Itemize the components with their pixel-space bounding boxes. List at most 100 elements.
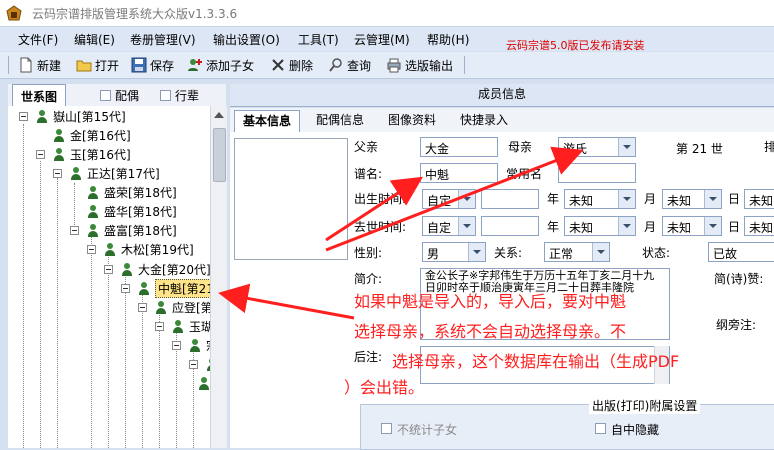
tree-node-label: 嶽山[第15代] [53, 110, 126, 124]
no-count-checkbox[interactable] [381, 423, 392, 434]
common-name-field[interactable] [558, 163, 636, 183]
tree-scrollbar[interactable] [210, 106, 227, 448]
menu-edit[interactable]: 编辑(E) [74, 31, 115, 48]
tab-spouse-info[interactable]: 配偶信息 [308, 110, 372, 131]
tree-node-label: 应登[第 [172, 301, 213, 315]
collapse-icon[interactable] [87, 245, 96, 254]
chevron-down-icon[interactable] [458, 217, 475, 235]
tree-node[interactable]: 盛荣[第18代] [87, 184, 177, 201]
death-year-label: 年 [547, 220, 560, 234]
tab-quick-entry[interactable]: 快捷录入 [452, 110, 516, 131]
status-select[interactable]: 已故 [708, 242, 774, 262]
person-icon [87, 223, 99, 238]
collapse-icon[interactable] [53, 169, 62, 178]
tree-node[interactable]: 大金[第20代] [104, 261, 211, 278]
open-button-label: 打开 [95, 58, 120, 73]
generation-checkbox[interactable] [160, 89, 171, 101]
tree-node[interactable]: 金[第16代] [53, 127, 131, 144]
birth-date-field[interactable] [481, 189, 539, 209]
chevron-down-icon[interactable] [704, 217, 721, 235]
app-logo-icon [6, 5, 22, 21]
query-button[interactable]: 查询 [328, 55, 371, 75]
person-icon [87, 185, 99, 200]
collapse-icon[interactable] [36, 150, 45, 159]
chevron-down-icon[interactable] [618, 190, 635, 208]
collapse-icon[interactable] [121, 284, 130, 293]
tree-line [91, 236, 92, 448]
annotation-line-4: ）会出错。 [344, 378, 425, 397]
menu-volume[interactable]: 卷册管理(V) [130, 31, 196, 48]
update-notice[interactable]: 云码宗谱5.0版已发布请安装 [506, 37, 645, 53]
tab-basic-info[interactable]: 基本信息 [234, 110, 301, 133]
death-day-select[interactable]: 未知 [744, 216, 774, 236]
death-month-select[interactable]: 未知 [662, 216, 722, 236]
collapse-icon[interactable] [172, 341, 181, 350]
mother-select[interactable]: 游氏 [558, 137, 636, 157]
menu-cloud[interactable]: 云管理(M) [354, 31, 410, 48]
collapse-icon[interactable] [189, 360, 198, 369]
tree-line [125, 271, 126, 448]
tab-tree[interactable]: 世系图 [12, 84, 67, 107]
tree-node[interactable]: 应登[第 [138, 299, 213, 316]
status-select-value: 已故 [713, 247, 738, 261]
member-info-header: 成员信息 [230, 84, 774, 107]
scroll-thumb[interactable] [213, 128, 226, 182]
chevron-down-icon[interactable] [618, 217, 635, 235]
new-file-icon [20, 57, 32, 73]
birth-month-select[interactable]: 未知 [662, 189, 722, 209]
collapse-icon[interactable] [138, 303, 147, 312]
death-month-select-value: 未知 [667, 221, 692, 235]
export-button[interactable]: 选版输出 [386, 55, 453, 75]
tree-node[interactable]: 正达[第17代] [53, 165, 160, 182]
chevron-down-icon[interactable] [458, 190, 475, 208]
tree-node[interactable]: 木松[第19代] [87, 241, 194, 258]
save-button[interactable]: 保存 [131, 55, 174, 75]
tree-node-label: 金[第16代] [70, 129, 131, 143]
father-field[interactable]: 大金 [420, 137, 498, 157]
tab-image-data[interactable]: 图像资料 [380, 110, 444, 131]
chevron-down-icon[interactable] [704, 190, 721, 208]
death-date-field[interactable] [481, 216, 539, 236]
menu-output[interactable]: 输出设置(O) [213, 31, 280, 48]
menu-file[interactable]: 文件(F) [18, 31, 58, 48]
tab-generation[interactable]: 行辈 [160, 84, 199, 106]
print-settings-group: 出版(打印)附属设置 不统计子女 自中隐藏 [360, 397, 774, 450]
collapse-icon[interactable] [19, 112, 28, 121]
hide-checkbox[interactable] [595, 423, 606, 434]
scroll-up-icon[interactable] [214, 112, 224, 118]
tree-node-label: 正达[第17代] [87, 167, 160, 181]
chevron-down-icon[interactable] [468, 243, 485, 261]
person-icon [53, 128, 65, 143]
tree-node[interactable]: 玉瑚 [155, 318, 213, 335]
tab-generation-label: 行辈 [175, 88, 200, 103]
death-mode-select[interactable]: 自定 [422, 216, 476, 236]
birth-day-select[interactable]: 未知 [744, 189, 774, 209]
tree-node[interactable]: 玉[第16代] [36, 146, 131, 163]
collapse-icon[interactable] [155, 322, 164, 331]
annotation-line-3: 选择母亲，这个数据库在输出（生成PDF [392, 352, 680, 371]
menu-tools[interactable]: 工具(T) [298, 31, 339, 48]
open-button[interactable]: 打开 [76, 55, 119, 75]
tree-node-selected[interactable]: 中魁[第21 [121, 279, 217, 298]
spouse-checkbox[interactable] [100, 89, 111, 101]
collapse-icon[interactable] [104, 265, 113, 274]
chevron-down-icon[interactable] [618, 138, 635, 156]
birth-mode-select[interactable]: 自定 [422, 189, 476, 209]
tree-node[interactable]: 盛华[第18代] [87, 203, 177, 220]
relation-select[interactable]: 正常 [544, 242, 610, 262]
death-year-select[interactable]: 未知 [564, 216, 636, 236]
tree-node-label: 盛华[第18代] [104, 205, 177, 219]
chevron-down-icon[interactable] [592, 243, 609, 261]
member-photo-box[interactable] [234, 138, 348, 260]
delete-button[interactable]: 删除 [270, 55, 313, 75]
tree-node[interactable]: 盛富[第18代] [70, 222, 177, 239]
tab-spouse[interactable]: 配偶 [100, 84, 139, 106]
collapse-icon[interactable] [70, 226, 79, 235]
menu-help[interactable]: 帮助(H) [427, 31, 469, 48]
tree-node[interactable]: 嶽山[第15代] [19, 108, 126, 125]
gender-select[interactable]: 男 [422, 242, 486, 262]
add-child-button[interactable]: 添加子女 [187, 55, 254, 75]
new-button[interactable]: 新建 [18, 55, 61, 75]
name-field[interactable]: 中魁 [420, 163, 498, 183]
birth-year-select[interactable]: 未知 [564, 189, 636, 209]
